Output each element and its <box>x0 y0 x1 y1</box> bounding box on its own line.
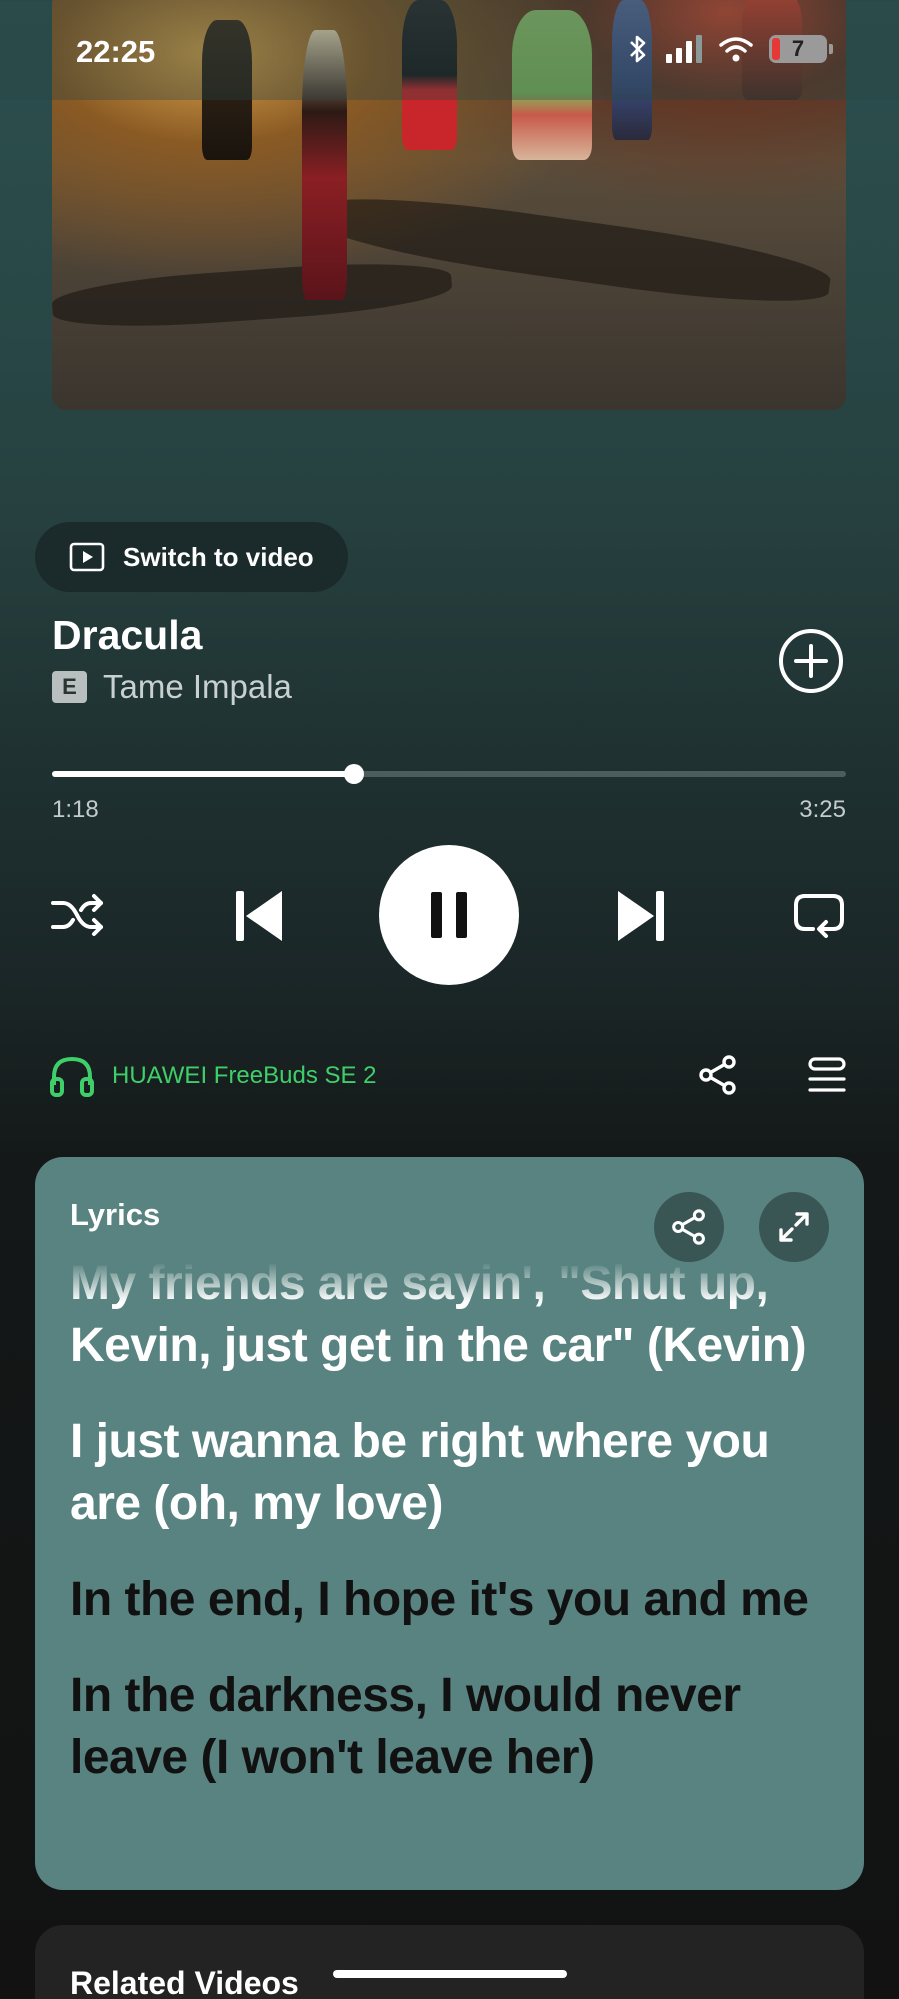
pause-icon <box>431 892 442 938</box>
switch-to-video-label: Switch to video <box>123 541 314 572</box>
track-title[interactable]: Dracula <box>52 612 202 659</box>
repeat-icon <box>794 894 844 938</box>
device-name: HUAWEI FreeBuds SE 2 <box>112 1062 377 1089</box>
next-track-button[interactable] <box>614 888 668 944</box>
share-button[interactable] <box>696 1054 740 1096</box>
seek-bar-handle[interactable] <box>343 764 364 784</box>
lyric-line[interactable]: In the darkness, I would never leave (I … <box>70 1665 840 1789</box>
status-bar: 22:25 7 <box>0 0 899 100</box>
lyrics-fade <box>35 1262 864 1302</box>
add-to-library-icon[interactable] <box>778 628 844 694</box>
lyrics-header: Lyrics <box>70 1197 161 1232</box>
repeat-button[interactable] <box>792 890 846 940</box>
lyrics-share-button[interactable] <box>654 1192 724 1262</box>
status-time: 22:25 <box>76 34 156 69</box>
home-indicator[interactable] <box>333 1970 567 1978</box>
artist-name[interactable]: Tame Impala <box>103 668 292 706</box>
signal-icon <box>666 35 702 63</box>
artist-row: E Tame Impala <box>52 668 292 706</box>
lyrics-lines: My friends are sayin', "Shut up, Kevin, … <box>70 1257 840 1823</box>
battery-indicator: 7 <box>769 35 833 63</box>
lyric-line[interactable]: In the end, I hope it's you and me <box>70 1569 840 1631</box>
wifi-icon <box>719 37 753 62</box>
previous-track-button[interactable] <box>232 888 286 944</box>
bluetooth-icon <box>630 35 646 63</box>
expand-icon <box>779 1212 809 1242</box>
lyrics-expand-button[interactable] <box>759 1192 829 1262</box>
seek-bar[interactable] <box>52 764 846 784</box>
elapsed-time: 1:18 <box>52 796 99 823</box>
share-icon <box>699 1055 736 1095</box>
queue-icon <box>808 1057 846 1092</box>
seek-bar-fill <box>52 771 354 777</box>
skip-previous-icon <box>236 891 282 941</box>
skip-next-icon <box>618 891 664 941</box>
pause-button[interactable] <box>379 845 519 985</box>
shuffle-button[interactable] <box>50 890 106 940</box>
headphones-icon <box>50 1056 94 1097</box>
shuffle-icon <box>51 894 103 936</box>
related-videos-header: Related Videos <box>70 1965 299 1999</box>
explicit-badge: E <box>52 671 87 703</box>
battery-level: 7 <box>791 36 805 61</box>
video-play-icon <box>69 542 105 572</box>
lyric-line[interactable]: I just wanna be right where you are (oh,… <box>70 1411 840 1535</box>
connected-device[interactable]: HUAWEI FreeBuds SE 2 <box>50 1055 377 1097</box>
share-icon <box>672 1209 705 1245</box>
related-videos-card[interactable]: Related Videos <box>35 1925 864 1999</box>
lyrics-card[interactable]: Lyrics My friends are sayin', "Shut up, … <box>35 1157 864 1890</box>
switch-to-video-button[interactable]: Switch to video <box>35 522 348 592</box>
queue-button[interactable] <box>806 1055 848 1095</box>
total-time: 3:25 <box>799 796 846 823</box>
